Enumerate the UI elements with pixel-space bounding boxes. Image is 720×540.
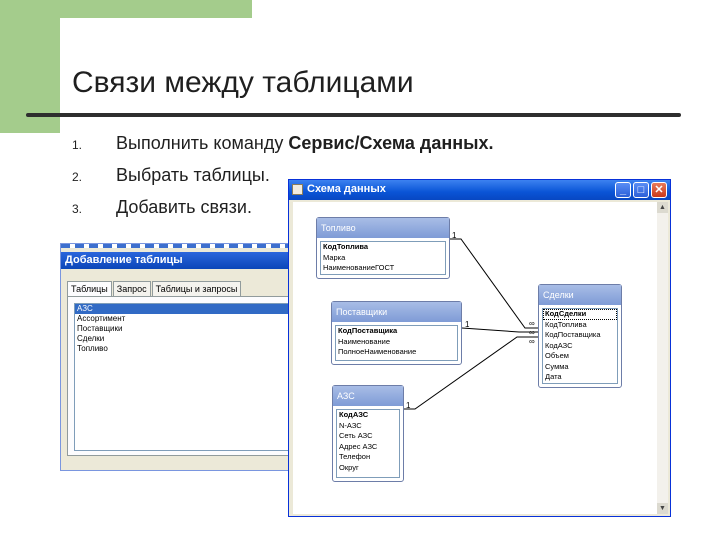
table-title[interactable]: Сделки <box>539 285 621 305</box>
list-item[interactable]: Топливо <box>75 344 289 354</box>
field-item[interactable]: N-АЗС <box>337 421 399 432</box>
field-item[interactable]: КодПоставщика <box>543 330 617 341</box>
table-fuel[interactable]: Топливо КодТоплива Марка НаименованиеГОС… <box>316 217 450 279</box>
table-title[interactable]: АЗС <box>333 386 403 406</box>
link-fuel-deals <box>449 238 541 329</box>
list-item[interactable]: Сделки <box>75 334 289 344</box>
field-list[interactable]: КодТоплива Марка НаименованиеГОСТ <box>320 241 446 275</box>
step-number: 1. <box>72 138 83 152</box>
scroll-up-icon[interactable]: ▲ <box>657 202 668 213</box>
step-text: Добавить связи. <box>116 197 252 217</box>
step-bold-command: Сервис/Схема данных. <box>288 133 494 153</box>
table-deals[interactable]: Сделки КодСделки КодТоплива КодПоставщик… <box>538 284 622 388</box>
maximize-button[interactable]: □ <box>633 182 649 198</box>
field-item[interactable]: Сумма <box>543 362 617 373</box>
relation-one-label: 1 <box>406 401 411 410</box>
relation-one-label: 1 <box>452 231 457 240</box>
relationships-canvas[interactable]: 1 1 1 ∞ ∞ ∞ Топливо КодТоплива Марка Наи… <box>293 202 657 514</box>
add-tables-panel: АЗС Ассортимент Поставщики Сделки Топлив… <box>67 296 299 456</box>
title-divider <box>26 113 681 117</box>
field-item[interactable]: Объем <box>543 351 617 362</box>
relationships-title: Схема данных <box>307 183 386 195</box>
field-list[interactable]: КодСделки КодТоплива КодПоставщика КодАЗ… <box>542 308 618 384</box>
dialog-selection-border <box>61 244 302 248</box>
relation-many-label: ∞ <box>529 319 535 328</box>
table-stations[interactable]: АЗС КодАЗС N-АЗС Сеть АЗС Адрес АЗС Теле… <box>332 385 404 482</box>
tab-tables[interactable]: Таблицы <box>67 281 112 297</box>
field-item[interactable]: КодТоплива <box>543 320 617 331</box>
list-item[interactable]: Ассортимент <box>75 314 289 324</box>
table-title[interactable]: Поставщики <box>332 302 461 322</box>
list-item[interactable]: АЗС <box>75 304 289 314</box>
field-item[interactable]: КодТоплива <box>321 242 445 253</box>
field-item[interactable]: Дата <box>543 372 617 383</box>
add-tables-titlebar[interactable]: Добавление таблицы <box>61 252 302 269</box>
step-number: 3. <box>72 202 83 216</box>
tab-tables-and-queries[interactable]: Таблицы и запросы <box>151 281 242 296</box>
field-item[interactable]: КодПоставщика <box>336 326 457 337</box>
relationships-window: Схема данных _ □ ✕ 1 1 1 ∞ ∞ ∞ Топливо К… <box>288 179 671 517</box>
field-item[interactable]: КодАЗС <box>543 341 617 352</box>
table-title[interactable]: Топливо <box>317 218 449 238</box>
field-item[interactable]: Сеть АЗС <box>337 431 399 442</box>
scroll-down-icon[interactable]: ▼ <box>657 503 668 514</box>
slide-title: Связи между таблицами <box>72 66 414 99</box>
relationships-titlebar[interactable]: Схема данных _ □ ✕ <box>289 180 670 200</box>
vertical-scrollbar[interactable]: ▲ ▼ <box>657 202 668 514</box>
step-text: Выполнить команду Сервис/Схема данных. <box>116 133 494 154</box>
relation-many-label: ∞ <box>529 337 535 346</box>
field-item[interactable]: Телефон <box>337 452 399 463</box>
relationships-app-icon <box>292 184 303 195</box>
tab-queries[interactable]: Запрос <box>112 281 151 296</box>
field-list[interactable]: КодАЗС N-АЗС Сеть АЗС Адрес АЗС Телефон … <box>336 409 400 478</box>
field-item[interactable]: Округ <box>337 463 399 474</box>
field-list[interactable]: КодПоставщика Наименование ПолноеНаимено… <box>335 325 458 361</box>
step-plain-text: Выполнить команду <box>116 133 289 153</box>
field-item[interactable]: Адрес АЗС <box>337 442 399 453</box>
table-suppliers[interactable]: Поставщики КодПоставщика Наименование По… <box>331 301 462 365</box>
relation-one-label: 1 <box>465 320 470 329</box>
minimize-button[interactable]: _ <box>615 182 631 198</box>
add-tables-tabs: Таблицы Запрос Таблицы и запросы <box>67 281 242 297</box>
field-item[interactable]: КодАЗС <box>337 410 399 421</box>
list-item[interactable]: Поставщики <box>75 324 289 334</box>
field-item[interactable]: КодСделки <box>543 309 617 320</box>
relation-many-label: ∞ <box>529 328 535 337</box>
add-tables-dialog: Добавление таблицы Таблицы Запрос Таблиц… <box>60 243 303 471</box>
step-number: 2. <box>72 170 83 184</box>
close-button[interactable]: ✕ <box>651 182 667 198</box>
field-item[interactable]: НаименованиеГОСТ <box>321 263 445 274</box>
field-item[interactable]: Наименование <box>336 337 457 348</box>
step-text: Выбрать таблицы. <box>116 165 270 185</box>
table-list[interactable]: АЗС Ассортимент Поставщики Сделки Топлив… <box>74 303 290 451</box>
field-item[interactable]: ПолноеНаименование <box>336 347 457 358</box>
field-item[interactable]: Марка <box>321 253 445 264</box>
